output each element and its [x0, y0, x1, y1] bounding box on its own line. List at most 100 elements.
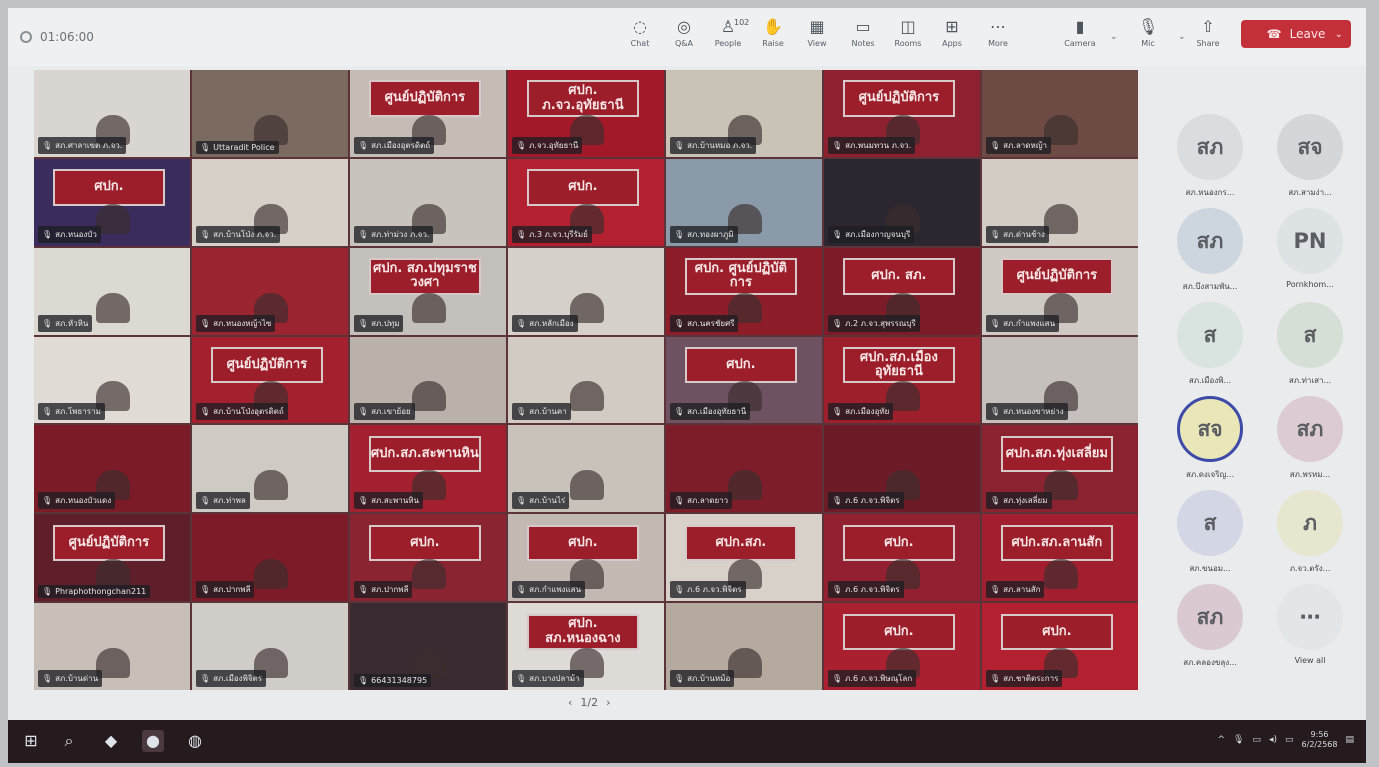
video-tile[interactable]: 🎙 สภ.ลาดหญ้า	[982, 70, 1138, 157]
participant-name-tag: 🎙 สภ.ปากพลี	[196, 581, 255, 599]
video-tile[interactable]: ศปก. 🎙 สภ.ปากพลี	[350, 514, 506, 602]
video-tile[interactable]: ศูนย์ปฏิบัติการ 🎙 สภ.พนมทวน ภ.จว.	[824, 70, 980, 157]
video-tile[interactable]: ศปก.สภ.ลานสัก 🎙 สภ.ลานสัก	[982, 514, 1138, 602]
taskbar-clock[interactable]: 9:56 6/2/2568	[1302, 730, 1338, 749]
prev-page-icon[interactable]: ‹	[568, 696, 572, 709]
tray-mic-icon[interactable]: 🎙	[1233, 735, 1244, 745]
participant-avatar-tile[interactable]: สภ สภ.พรหม...	[1260, 396, 1360, 494]
participant-avatar-tile[interactable]: สจ สภ.สามง่า...	[1260, 114, 1360, 212]
video-tile[interactable]: ศปก. 🎙 สภ.หนองบัว	[34, 158, 190, 246]
tray-chevron-icon[interactable]: ^	[1218, 735, 1226, 745]
video-tile[interactable]: 🎙 Uttaradit Police	[192, 70, 348, 157]
video-tile[interactable]: ศปก. ศูนย์ปฏิบัติการ 🎙 สภ.นครชัยศรี	[666, 247, 822, 335]
participant-avatar-tile[interactable]: PN Pornkhom...	[1260, 208, 1360, 306]
start-icon[interactable]: ⊞	[20, 730, 42, 752]
video-tile[interactable]: ศปก. 🎙 ภ.6 ภ.จว.พิจิตร	[824, 514, 980, 602]
apps-button[interactable]: ⊞ Apps	[932, 18, 972, 49]
video-tile[interactable]: 🎙 สภ.ศาลาเขต ภ.จว.	[34, 70, 190, 157]
participant-avatar-tile[interactable]: สภ สภ.หนองกร...	[1160, 114, 1260, 212]
battery-icon[interactable]: ▭	[1285, 735, 1294, 745]
participant-avatar-tile[interactable]: สภ สภ.คลองขลุง...	[1160, 584, 1260, 682]
station-banner: ศปก.	[368, 524, 482, 562]
mic-off-icon: 🎙	[674, 407, 685, 417]
search-icon[interactable]: ⌕	[58, 730, 80, 752]
participant-name: ภ.6 ภ.จว.พิษณุโลก	[845, 673, 913, 683]
participant-avatar-tile[interactable]: สภ สภ.บึงสามพัน...	[1160, 208, 1260, 306]
volume-icon[interactable]: ◂)	[1269, 735, 1277, 745]
participant-name-tag: 🎙 ภ.3 ภ.จว.บุรีรัมย์	[512, 225, 592, 243]
video-tile[interactable]: 🎙 สภ.ท่าม่วง ภ.จว.	[350, 158, 506, 246]
video-tile[interactable]: 🎙 สภ.หลักเมือง	[508, 247, 664, 335]
video-tile[interactable]: ศปก. สภ.ปทุมราชวงศา 🎙 สภ.ปทุม	[350, 247, 506, 335]
participant-avatar-tile[interactable]: ภภ.จว.ตรัง...	[1260, 490, 1360, 588]
network-icon[interactable]: ▭	[1252, 735, 1261, 745]
people-button[interactable]: ♙ 102 People	[708, 18, 750, 49]
video-tile[interactable]: 🎙 สภ.โพธาราม	[34, 336, 190, 424]
view-all-button[interactable]: ⋯ View all	[1260, 584, 1360, 682]
video-tile[interactable]: 🎙 สภ.บ้านด่าน	[34, 603, 190, 690]
video-tile[interactable]: 🎙 สภ.บ้านโป่ง ภ.จว.	[192, 158, 348, 246]
leave-options-chevron-icon[interactable]: ⌄	[1335, 29, 1343, 40]
participant-name-tag: 🎙 สภ.หนองบัวแดง	[38, 492, 116, 510]
camera-options-chevron-icon[interactable]: ⌄	[1110, 32, 1118, 42]
video-tile[interactable]: ศปก. สภ.หนองฉาง 🎙 สภ.บางปลาม้า	[508, 603, 664, 690]
rooms-button[interactable]: ◫ Rooms	[888, 18, 928, 49]
video-tile[interactable]: ศปก.สภ. 🎙 ภ.6 ภ.จว.พิจิตร	[666, 514, 822, 602]
video-tile[interactable]: ศปก. 🎙 ภ.3 ภ.จว.บุรีรัมย์	[508, 158, 664, 246]
video-tile[interactable]: ศูนย์ปฏิบัติการ 🎙 สภ.กำแพงแสน	[982, 247, 1138, 335]
video-tile[interactable]: 🎙 สภ.เมืองกาญจนบุรี	[824, 158, 980, 246]
video-tile[interactable]: ศปก.สภ.ทุ่งเสลี่ยม 🎙 สภ.ทุ่งเสลี่ยม	[982, 425, 1138, 513]
q-a-button[interactable]: ◎ Q&A	[664, 18, 704, 49]
notes-button[interactable]: ▭ Notes	[843, 18, 883, 49]
video-tile[interactable]: 🎙 สภ.หนองหญ้าไซ	[192, 247, 348, 335]
video-tile[interactable]: 🎙 ภ.6 ภ.จว.พิจิตร	[824, 425, 980, 513]
video-tile[interactable]: 🎙 สภ.บ้านคา	[508, 336, 664, 424]
video-tile[interactable]: 🎙 สภ.ปากพลี	[192, 514, 348, 602]
video-tile[interactable]: ศปก. 🎙 สภ.ชาติตระการ	[982, 603, 1138, 690]
video-tile[interactable]: 🎙 สภ.ท่าพล	[192, 425, 348, 513]
participant-avatar-tile[interactable]: สจ สภ.ดงเจริญ...	[1160, 396, 1260, 494]
video-tile[interactable]: 🎙 66431348795	[350, 603, 506, 690]
video-tile[interactable]: ศปก. 🎙 ภ.6 ภ.จว.พิษณุโลก	[824, 603, 980, 690]
video-tile[interactable]: 🎙 สภ.หนองขาหย่าง	[982, 336, 1138, 424]
participant-avatar-tile[interactable]: สสภ.เมืองพิ...	[1160, 302, 1260, 400]
video-tile[interactable]: ศูนย์ปฏิบัติการ 🎙 สภ.บ้านโป่งอุตรดิตถ์	[192, 336, 348, 424]
notifications-icon[interactable]: ▤	[1345, 735, 1354, 745]
video-tile[interactable]: ศปก.สภ.เมืองอุทัยธานี 🎙 สภ.เมืองอุทัย	[824, 336, 980, 424]
timer-text: 01:06:00	[40, 30, 94, 44]
video-tile[interactable]: 🎙 สภ.ด่านช้าง	[982, 158, 1138, 246]
app-taskbar-icon[interactable]: ◍	[184, 730, 206, 752]
video-tile[interactable]: 🎙 สภ.หัวหิน	[34, 247, 190, 335]
video-tile[interactable]: ศปก. 🎙 สภ.เมืองอุทัยธานี	[666, 336, 822, 424]
video-tile[interactable]: 🎙 สภ.หนองบัวแดง	[34, 425, 190, 513]
video-tile[interactable]: 🎙 สภ.บ้านไร่	[508, 425, 664, 513]
video-tile[interactable]: ศูนย์ปฏิบัติการ 🎙 Phraphothongchan211	[34, 514, 190, 602]
teams-taskbar-icon[interactable]: ●	[142, 730, 164, 752]
video-tile[interactable]: 🎙 สภ.บ้านหมอ ภ.จว.	[666, 70, 822, 157]
more-button[interactable]: ⋯ More	[978, 18, 1018, 49]
station-banner: ศปก. ภ.จว.อุทัยธานี	[526, 80, 640, 117]
copilot-icon[interactable]: ◆	[100, 730, 122, 752]
view-button[interactable]: ▦ View	[797, 18, 837, 49]
video-tile[interactable]: 🎙 สภ.เขาย้อย	[350, 336, 506, 424]
video-tile[interactable]: 🎙 สภ.เมืองพิจิตร	[192, 603, 348, 690]
video-tile[interactable]: ศูนย์ปฏิบัติการ 🎙 สภ.เมืองอุตรดิตถ์	[350, 70, 506, 157]
video-tile[interactable]: 🎙 สภ.บ้านหม้อ	[666, 603, 822, 690]
share-button[interactable]: ⇧ Share	[1188, 18, 1228, 49]
video-tile[interactable]: ศปก.สภ.สะพานหิน 🎙 สภ.สะพานหิน	[350, 425, 506, 513]
chat-button[interactable]: ◌ Chat	[620, 18, 660, 49]
participant-avatar-tile[interactable]: สสภ.ท่าเสา...	[1260, 302, 1360, 400]
video-tile[interactable]: ศปก. ภ.จว.อุทัยธานี 🎙 ภ.จว.อุทัยธานี	[508, 70, 664, 157]
next-page-icon[interactable]: ›	[606, 696, 610, 709]
participant-avatar-tile[interactable]: สสภ.ขนอม...	[1160, 490, 1260, 588]
video-tile[interactable]: 🎙 สภ.ทองผาภูมิ	[666, 158, 822, 246]
raise-button[interactable]: ✋ Raise	[753, 18, 793, 49]
camera-button[interactable]: ▮ Camera	[1060, 18, 1100, 49]
video-tile[interactable]: ศปก. สภ. 🎙 ภ.2 ภ.จว.สุพรรณบุรี	[824, 247, 980, 335]
video-tile[interactable]: 🎙 สภ.ลาดยาว	[666, 425, 822, 513]
video-tile[interactable]: ศปก. 🎙 สภ.กำแพงแสน	[508, 514, 664, 602]
mic-button[interactable]: 🎙 Mic	[1128, 18, 1168, 49]
mic-options-chevron-icon[interactable]: ⌄	[1178, 32, 1186, 42]
leave-button[interactable]: ☎ Leave ⌄	[1241, 20, 1351, 48]
avatar-name: สภ.ท่าเสา...	[1288, 376, 1332, 385]
